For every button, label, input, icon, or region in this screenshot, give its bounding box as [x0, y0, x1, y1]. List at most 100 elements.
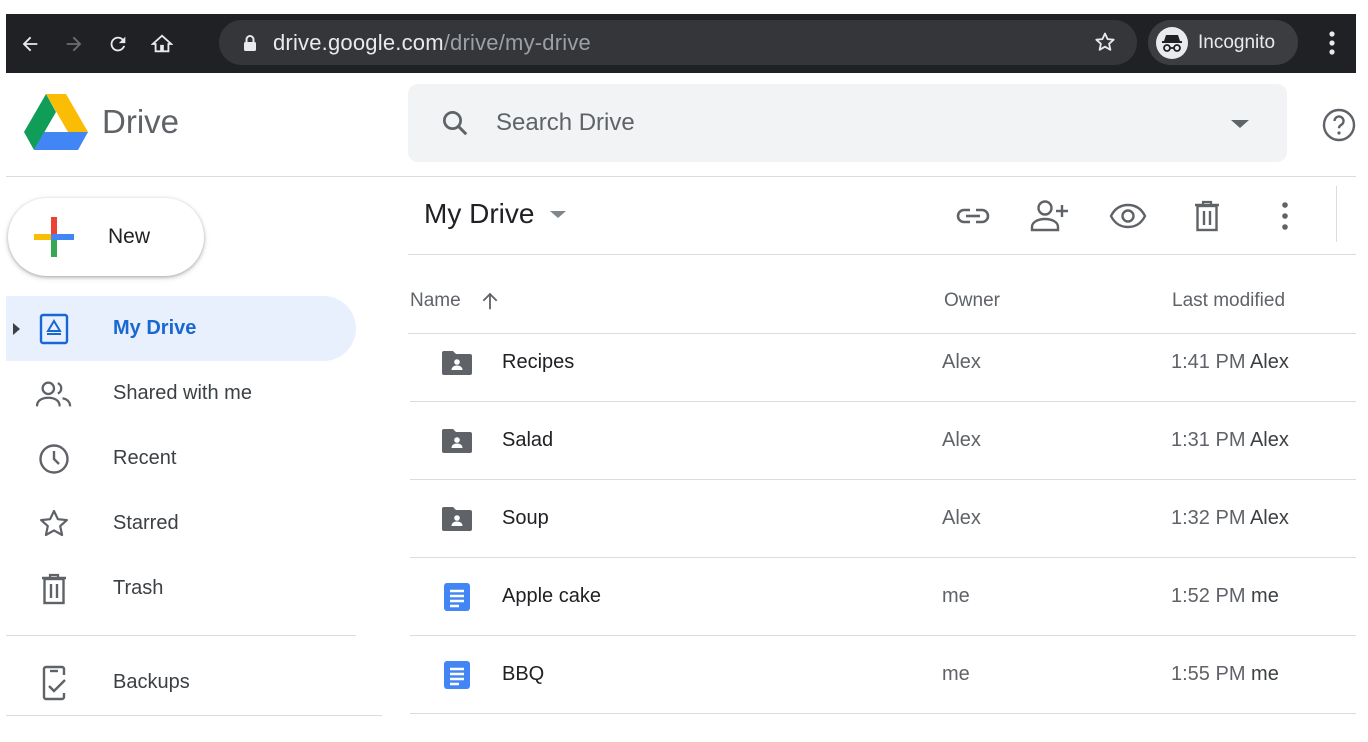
incognito-badge[interactable]: Incognito [1148, 20, 1298, 65]
more-icon [1282, 202, 1288, 230]
sidebar-item-backups[interactable]: Backups [6, 650, 356, 715]
modified-by: Alex [1249, 507, 1289, 529]
trash-icon [1195, 200, 1219, 232]
incognito-icon [1156, 26, 1188, 59]
sidebar-divider [6, 715, 382, 716]
header-divider [6, 176, 1356, 177]
chevron-down-icon [550, 210, 567, 218]
sidebar-item-label: Backups [113, 671, 190, 693]
trash-icon [36, 571, 72, 607]
drive-logo-text: Drive [102, 103, 180, 140]
my-drive-icon [36, 311, 72, 347]
remove-button[interactable] [1187, 196, 1227, 236]
shared-icon [36, 376, 72, 412]
file-name: Recipes [502, 351, 575, 373]
file-last-modified: 1:41 PM Alex [1171, 351, 1289, 374]
file-last-modified: 1:31 PM Alex [1171, 429, 1289, 452]
google-doc-icon [440, 658, 474, 692]
home-button[interactable] [140, 22, 184, 66]
column-header-name[interactable]: Name [410, 290, 501, 312]
modified-by: Alex [1249, 351, 1289, 373]
sidebar-item-label: Starred [113, 512, 179, 534]
sidebar-item-shared[interactable]: Shared with me [6, 361, 356, 426]
reload-button[interactable] [96, 22, 140, 66]
bookmark-star-icon[interactable] [1093, 30, 1117, 59]
search-options-dropdown-icon[interactable] [1231, 120, 1249, 128]
address-bar[interactable]: drive.google.com/drive/my-drive [219, 20, 1137, 65]
sort-arrow-up-icon[interactable] [479, 290, 501, 312]
preview-icon [1109, 203, 1147, 229]
modified-time: 1:32 PM [1171, 507, 1246, 529]
star-icon [36, 506, 72, 542]
file-row[interactable]: Apple cake me 1:52 PM me [410, 558, 1356, 636]
search-icon[interactable] [440, 108, 470, 138]
new-button-label: New [108, 225, 151, 248]
share-button[interactable] [1030, 196, 1070, 236]
modified-by: me [1251, 663, 1279, 685]
file-name: Salad [502, 429, 554, 451]
file-row[interactable]: Salad Alex 1:31 PM Alex [410, 402, 1356, 480]
back-button[interactable] [8, 22, 52, 66]
column-header-owner[interactable]: Owner [944, 290, 1000, 312]
preview-button[interactable] [1108, 196, 1148, 236]
search-input[interactable]: Search Drive [496, 109, 635, 137]
lock-icon [243, 33, 259, 53]
drive-logo-icon [24, 94, 88, 150]
home-icon [151, 34, 173, 52]
file-row[interactable]: Recipes Alex 1:41 PM Alex [410, 324, 1356, 402]
column-name-label: Name [410, 290, 461, 311]
file-name: BBQ [502, 663, 545, 685]
file-owner: me [942, 585, 970, 607]
sidebar-item-my-drive[interactable]: My Drive [6, 296, 356, 361]
file-last-modified: 1:32 PM Alex [1171, 507, 1289, 530]
file-row[interactable]: Soup Alex 1:32 PM Alex [410, 480, 1356, 558]
file-last-modified: 1:52 PM me [1171, 585, 1279, 608]
forward-button[interactable] [52, 22, 96, 66]
get-link-button[interactable] [953, 196, 993, 236]
file-owner: me [942, 663, 970, 685]
page-title: My Drive [424, 198, 535, 229]
forward-icon [66, 36, 82, 51]
incognito-label: Incognito [1198, 31, 1276, 53]
modified-time: 1:55 PM [1171, 663, 1246, 685]
modified-by: me [1251, 585, 1279, 607]
reload-icon [110, 36, 126, 51]
new-button[interactable]: New [8, 198, 204, 276]
modified-time: 1:41 PM [1171, 351, 1246, 373]
drive-logo[interactable]: Drive [24, 94, 179, 150]
google-doc-icon [440, 580, 474, 614]
column-header-last-modified[interactable]: Last modified [1172, 290, 1285, 312]
more-actions-button[interactable] [1265, 196, 1305, 236]
sidebar-item-starred[interactable]: Starred [6, 491, 356, 556]
browser-toolbar: drive.google.com/drive/my-drive Incognit… [6, 14, 1356, 73]
file-row[interactable]: BBQ me 1:55 PM me [410, 636, 1356, 714]
search-bar[interactable]: Search Drive [408, 84, 1287, 162]
shared-folder-icon [440, 502, 474, 536]
sidebar-item-label: Shared with me [113, 382, 252, 404]
sidebar-item-recent[interactable]: Recent [6, 426, 356, 491]
plus-icon [34, 217, 74, 257]
clock-icon [36, 441, 72, 477]
modified-time: 1:31 PM [1171, 429, 1246, 451]
sidebar-item-label: Recent [113, 447, 177, 469]
sidebar-item-trash[interactable]: Trash [6, 556, 356, 621]
modified-by: Alex [1249, 429, 1289, 451]
shared-folder-icon [440, 346, 474, 380]
expand-arrow-icon[interactable] [13, 322, 20, 335]
add-person-icon [1030, 200, 1068, 232]
location-title[interactable]: My Drive [424, 198, 567, 230]
modified-time: 1:52 PM [1171, 585, 1246, 607]
sidebar-item-label: Trash [113, 577, 164, 599]
link-icon [956, 208, 990, 224]
sidebar-divider [6, 635, 356, 636]
help-icon[interactable] [1322, 108, 1356, 147]
file-owner: Alex [942, 507, 981, 529]
backup-icon [36, 665, 72, 701]
browser-menu-icon[interactable] [1322, 28, 1342, 63]
toolbar-bottom-divider [408, 254, 1356, 255]
shared-folder-icon [440, 424, 474, 458]
sidebar-item-label: My Drive [113, 317, 197, 339]
file-name: Soup [502, 507, 549, 529]
back-icon [22, 36, 38, 51]
toolbar-divider [1336, 186, 1337, 242]
